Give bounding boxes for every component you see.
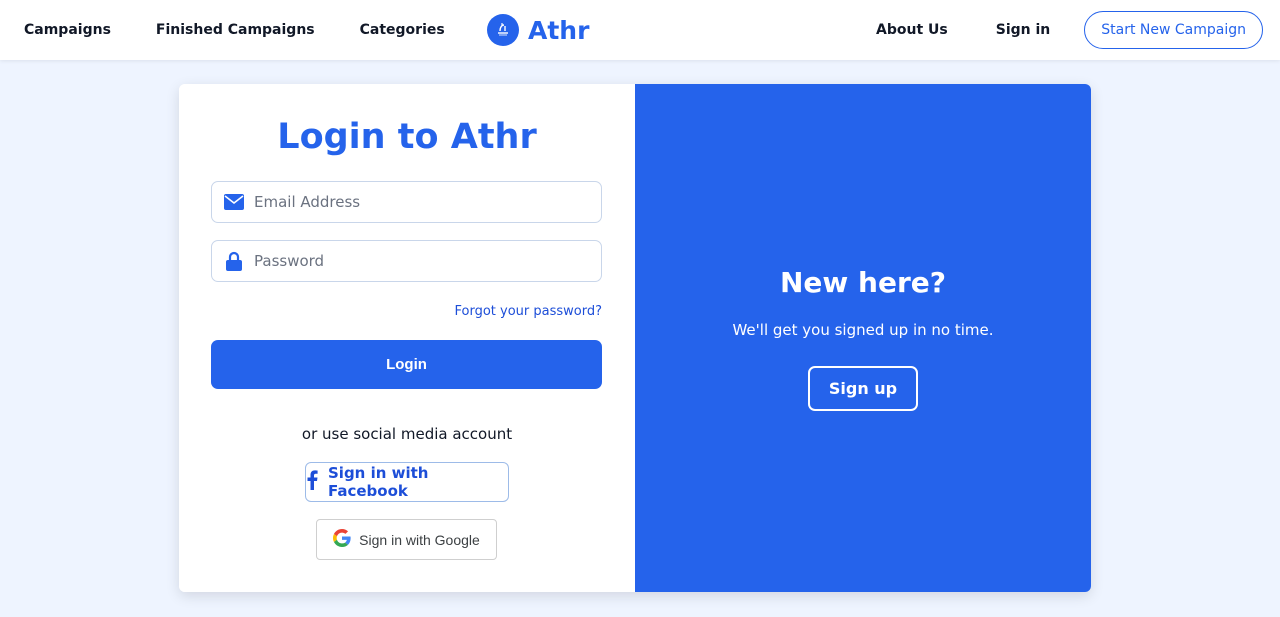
signup-panel: New here? We'll get you signed up in no … [635,84,1091,592]
google-signin-label: Sign in with Google [359,531,480,548]
nav-right-links: About Us Sign in Start New Campaign [876,0,1263,60]
email-field[interactable] [211,181,602,223]
password-input[interactable] [254,252,584,270]
facebook-signin-label: Sign in with Facebook [328,464,429,500]
brand-logo-link[interactable]: Athr [487,12,589,48]
navbar: Campaigns Finished Campaigns Categories … [0,0,1280,60]
start-new-campaign-button[interactable]: Start New Campaign [1084,11,1263,49]
social-login-text: or use social media account [301,425,513,443]
new-here-title: New here? [779,266,946,299]
nav-about-us[interactable]: About Us [876,22,948,38]
lock-icon [224,251,244,271]
auth-card: Login to Athr Forgot your password? Logi… [179,84,1091,592]
password-field[interactable] [211,240,602,282]
google-signin-button[interactable]: Sign in with Google [316,519,497,560]
email-input[interactable] [254,193,584,211]
envelope-icon [224,192,244,212]
login-title: Login to Athr [277,117,537,157]
nav-categories[interactable]: Categories [360,22,445,38]
nav-campaigns[interactable]: Campaigns [24,22,111,38]
facebook-signin-button[interactable]: Sign in with Facebook [305,462,509,502]
facebook-icon [306,470,318,494]
forgot-password-link[interactable]: Forgot your password? [454,304,602,319]
sign-up-button[interactable]: Sign up [808,366,918,411]
athr-logo-icon [487,14,519,46]
nav-sign-in[interactable]: Sign in [996,22,1051,38]
login-panel: Login to Athr Forgot your password? Logi… [179,84,635,592]
signup-subtitle: We'll get you signed up in no time. [732,321,994,339]
nav-left-links: Campaigns Finished Campaigns Categories [24,0,445,60]
google-icon [333,528,351,551]
nav-finished-campaigns[interactable]: Finished Campaigns [156,22,315,38]
brand-name: Athr [528,15,590,45]
login-button[interactable]: Login [211,340,602,389]
